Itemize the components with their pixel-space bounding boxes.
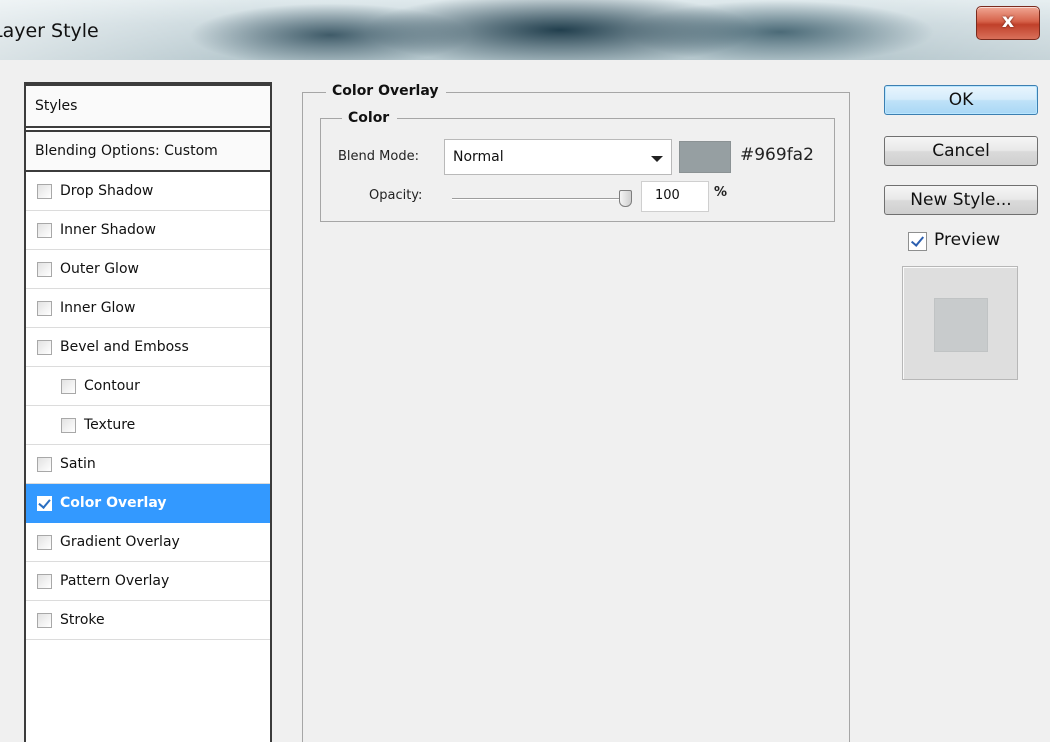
style-item-bevel-and-emboss[interactable]: Bevel and Emboss: [26, 328, 270, 367]
style-item-label: Outer Glow: [60, 261, 139, 277]
title-bar-glass: [0, 0, 1050, 60]
style-item-contour[interactable]: Contour: [26, 367, 270, 406]
blend-mode-value: Normal: [453, 149, 504, 165]
section-title: Color Overlay: [326, 83, 447, 99]
style-item-label: Satin: [60, 456, 96, 472]
opacity-slider-thumb[interactable]: [619, 190, 632, 207]
style-item-label: Bevel and Emboss: [60, 339, 189, 355]
style-item-checkbox[interactable]: [61, 418, 76, 433]
styles-panel: Styles Blending Options: Custom Drop Sha…: [24, 82, 272, 742]
blend-mode-label: Blend Mode:: [338, 149, 419, 164]
style-item-checkbox[interactable]: [37, 301, 52, 316]
opacity-slider-track[interactable]: [452, 198, 630, 200]
style-item-pattern-overlay[interactable]: Pattern Overlay: [26, 562, 270, 601]
style-item-checkbox[interactable]: [37, 496, 52, 511]
new-style-button[interactable]: New Style...: [884, 185, 1038, 215]
style-item-label: Contour: [84, 378, 140, 394]
style-item-checkbox[interactable]: [37, 457, 52, 472]
color-group-title: Color: [342, 110, 398, 126]
style-item-checkbox[interactable]: [37, 613, 52, 628]
style-item-stroke[interactable]: Stroke: [26, 601, 270, 640]
style-item-inner-shadow[interactable]: Inner Shadow: [26, 211, 270, 250]
cancel-button[interactable]: Cancel: [884, 136, 1038, 166]
opacity-label: Opacity:: [369, 188, 423, 203]
style-item-inner-glow[interactable]: Inner Glow: [26, 289, 270, 328]
close-button[interactable]: x: [976, 6, 1040, 40]
overlay-color-swatch[interactable]: [679, 141, 731, 173]
preview-checkbox[interactable]: [908, 232, 927, 251]
style-item-label: Stroke: [60, 612, 105, 628]
style-item-texture[interactable]: Texture: [26, 406, 270, 445]
blending-options-row[interactable]: Blending Options: Custom: [26, 130, 270, 172]
color-hex-text: #969fa2: [740, 145, 814, 165]
opacity-unit: %: [714, 185, 728, 200]
preview-label: Preview: [934, 230, 1001, 250]
blend-mode-select[interactable]: Normal: [444, 139, 672, 175]
blending-options-label: Blending Options: Custom: [35, 143, 218, 159]
style-item-label: Drop Shadow: [60, 183, 154, 199]
style-item-checkbox[interactable]: [37, 262, 52, 277]
style-item-drop-shadow[interactable]: Drop Shadow: [26, 172, 270, 211]
opacity-input[interactable]: 100: [641, 181, 709, 212]
chevron-down-icon: [651, 156, 663, 162]
style-item-checkbox[interactable]: [37, 223, 52, 238]
style-item-checkbox[interactable]: [37, 535, 52, 550]
style-item-checkbox[interactable]: [61, 379, 76, 394]
style-item-label: Inner Glow: [60, 300, 136, 316]
style-item-label: Pattern Overlay: [60, 573, 170, 589]
style-item-checkbox[interactable]: [37, 574, 52, 589]
style-item-label: Gradient Overlay: [60, 534, 180, 550]
styles-header-label: Styles: [35, 98, 78, 114]
window-title: Layer Style: [0, 20, 99, 42]
styles-header[interactable]: Styles: [26, 84, 270, 128]
style-item-label: Inner Shadow: [60, 222, 156, 238]
style-preview: [902, 266, 1018, 380]
style-item-outer-glow[interactable]: Outer Glow: [26, 250, 270, 289]
close-icon: x: [1001, 10, 1015, 32]
style-item-checkbox[interactable]: [37, 184, 52, 199]
title-bar: Layer Style x: [0, 0, 1050, 60]
style-item-gradient-overlay[interactable]: Gradient Overlay: [26, 523, 270, 562]
ok-button[interactable]: OK: [884, 85, 1038, 115]
style-item-checkbox[interactable]: [37, 340, 52, 355]
style-item-satin[interactable]: Satin: [26, 445, 270, 484]
style-item-label: Color Overlay: [60, 495, 167, 511]
style-item-color-overlay[interactable]: Color Overlay: [26, 484, 270, 523]
style-item-label: Texture: [84, 417, 136, 433]
preview-swatch: [934, 298, 988, 352]
